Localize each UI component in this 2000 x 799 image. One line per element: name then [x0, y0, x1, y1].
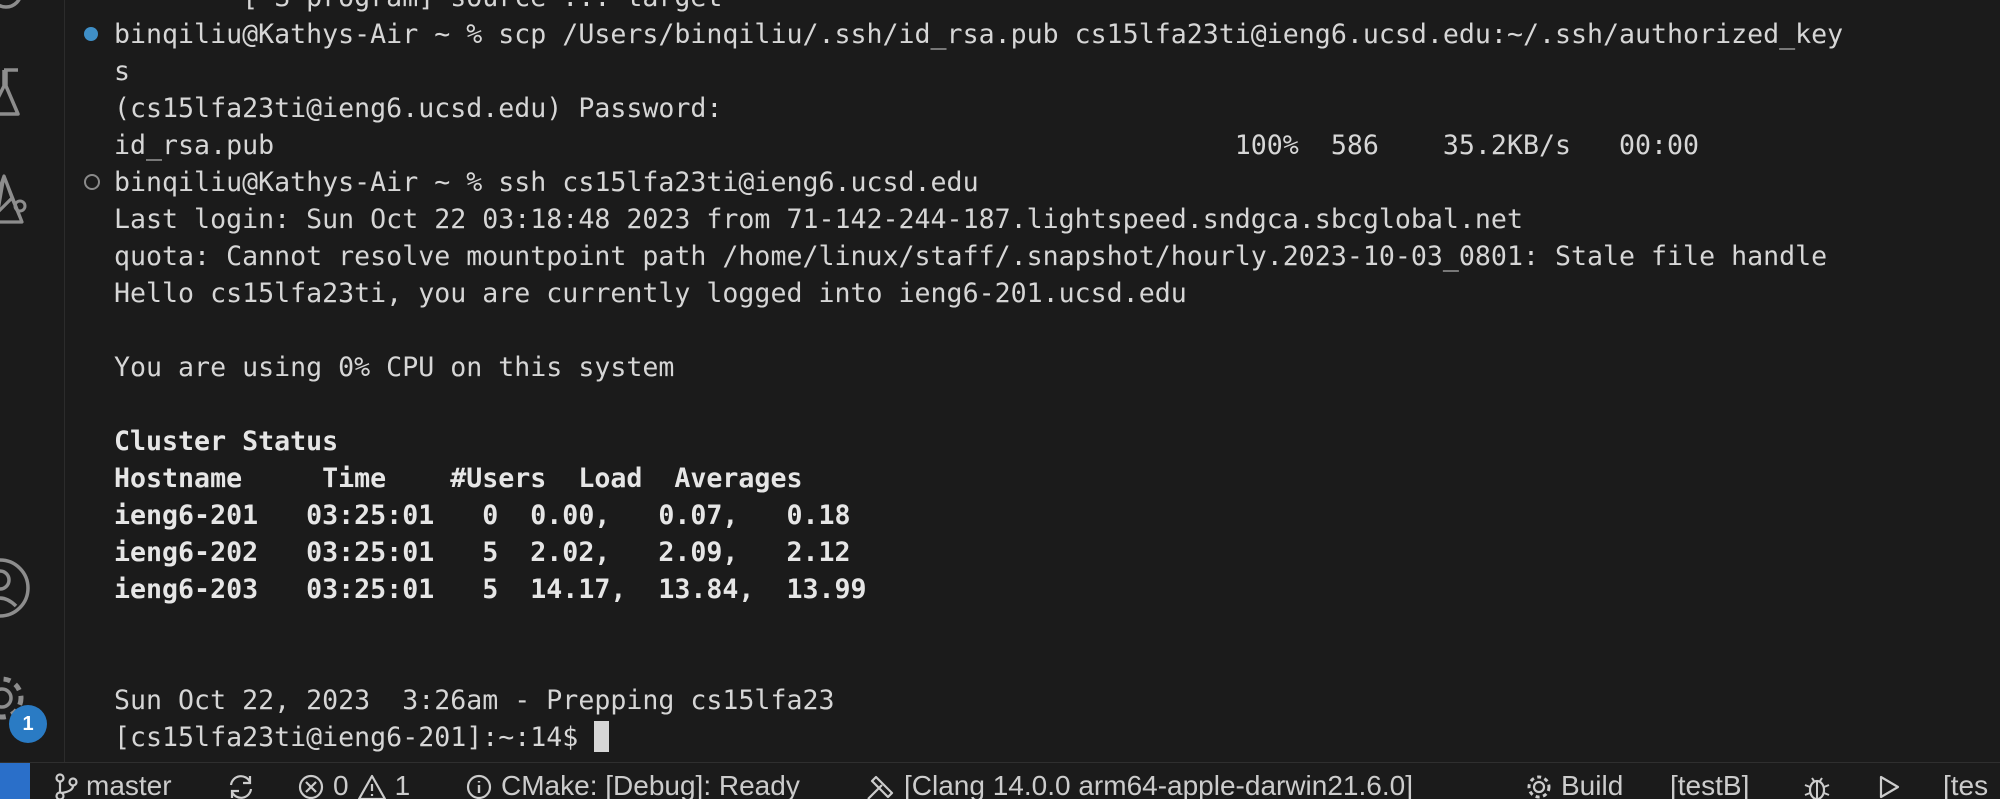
- activity-bar: 1: [0, 0, 65, 762]
- cluster-table-header: Hostname Time #Users Load Averages: [114, 460, 802, 497]
- cluster-table-row: ieng6-201 03:25:01 0 0.00, 0.07, 0.18: [114, 497, 851, 534]
- cmake-status[interactable]: CMake: [Debug]: Ready: [465, 771, 800, 799]
- terminal-line: s: [114, 53, 130, 90]
- info-icon: [465, 773, 493, 799]
- terminal-line: Last login: Sun Oct 22 03:18:48 2023 fro…: [114, 201, 1523, 238]
- sync-button[interactable]: [226, 771, 256, 799]
- remote-indicator[interactable]: [0, 763, 30, 799]
- tools-icon: [864, 773, 896, 799]
- build-target-label: [testB]: [1670, 771, 1749, 799]
- terminal-line: id_rsa.pub 100% 586 35.2KB/s 00:00: [114, 127, 1699, 164]
- error-icon: [297, 773, 325, 799]
- terminal-panel[interactable]: [-S program] source ... target binqiliu@…: [64, 0, 2000, 762]
- terminal-line: (cs15lfa23ti@ieng6.ucsd.edu) Password:: [114, 90, 722, 127]
- settings-update-badge[interactable]: 1: [9, 705, 47, 743]
- problems-status[interactable]: 0 1: [297, 771, 410, 799]
- search-icon[interactable]: [0, 0, 32, 24]
- cluster-status-heading: Cluster Status: [114, 423, 338, 460]
- cmake-status-label: CMake: [Debug]: Ready: [501, 771, 800, 799]
- terminal-line: binqiliu@Kathys-Air ~ % scp /Users/binqi…: [114, 16, 1843, 53]
- shell-prompt: [cs15lfa23ti@ieng6-201]:~:14$: [114, 722, 594, 753]
- terminal-line: binqiliu@Kathys-Air ~ % ssh cs15lfa23ti@…: [114, 164, 979, 201]
- account-icon[interactable]: [0, 556, 38, 624]
- terminal-line: Sun Oct 22, 2023 3:26am - Prepping cs15l…: [114, 682, 835, 719]
- terminal-line: You are using 0% CPU on this system: [114, 349, 674, 386]
- warning-count: 1: [395, 771, 411, 799]
- run-button[interactable]: [1876, 771, 1902, 799]
- terminal-prompt-line[interactable]: [cs15lfa23ti@ieng6-201]:~:14$: [114, 719, 609, 756]
- cmake-kit-label: [Clang 14.0.0 arm64-apple-darwin21.6.0]: [904, 771, 1413, 799]
- branch-status[interactable]: master: [54, 771, 172, 799]
- terminal-line: quota: Cannot resolve mountpoint path /h…: [114, 238, 1827, 275]
- debug-button[interactable]: [1802, 771, 1832, 799]
- cmake-build-button[interactable]: Build: [1525, 771, 1623, 799]
- sync-icon: [226, 773, 256, 799]
- launch-target-label: [tes: [1943, 771, 1988, 799]
- cmake-icon[interactable]: [0, 172, 36, 238]
- command-marker-icon[interactable]: [84, 174, 100, 190]
- gear-icon: [1525, 773, 1553, 799]
- terminal-line: Hello cs15lfa23ti, you are currently log…: [114, 275, 1187, 312]
- cmake-kit-selector[interactable]: [Clang 14.0.0 arm64-apple-darwin21.6.0]: [864, 771, 1413, 799]
- branch-name: master: [86, 771, 172, 799]
- terminal-cursor: [594, 721, 609, 752]
- cluster-table-row: ieng6-203 03:25:01 5 14.17, 13.84, 13.99: [114, 571, 867, 608]
- build-label: Build: [1561, 771, 1623, 799]
- git-branch-icon: [54, 773, 78, 799]
- terminal-line: [-S program] source ... target: [114, 0, 722, 16]
- play-icon: [1876, 773, 1902, 799]
- cluster-table-row: ieng6-202 03:25:01 5 2.02, 2.09, 2.12: [114, 534, 851, 571]
- error-count: 0: [333, 771, 349, 799]
- build-target-selector[interactable]: [testB]: [1670, 771, 1749, 799]
- debug-bug-icon: [1802, 773, 1832, 799]
- status-bar: master 0 1 CMake: [Debug]: Ready [Clang …: [0, 762, 2000, 799]
- warning-icon: [357, 773, 387, 799]
- launch-target-selector[interactable]: [tes: [1943, 771, 1988, 799]
- command-success-marker-icon[interactable]: [84, 27, 98, 41]
- flask-icon[interactable]: [0, 66, 32, 126]
